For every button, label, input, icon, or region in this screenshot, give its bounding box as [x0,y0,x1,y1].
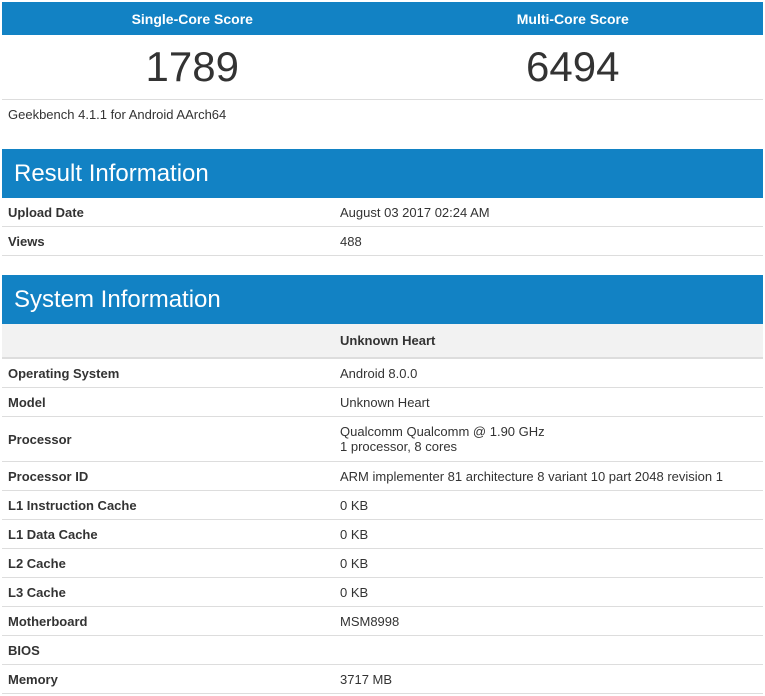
row-value: August 03 2017 02:24 AM [340,204,490,220]
table-row-l3-cache: L3 Cache 0 KB [2,578,763,607]
benchmark-version: Geekbench 4.1.1 for Android AArch64 [8,107,227,122]
row-label: L1 Instruction Cache [8,497,137,513]
table-row-l1-data-cache: L1 Data Cache 0 KB [2,520,763,549]
row-label: Processor [8,431,72,447]
table-row-processor: Processor Qualcomm Qualcomm @ 1.90 GHz 1… [2,417,763,462]
result-information-table: Upload Date August 03 2017 02:24 AM View… [2,198,763,256]
row-value: MSM8998 [340,613,400,629]
row-value: Unknown Heart [340,394,430,410]
table-row-bios: BIOS [2,636,763,665]
device-name: Unknown Heart [340,333,436,348]
score-values-row: 1789 6494 [2,35,763,100]
row-value: Qualcomm Qualcomm @ 1.90 GHz 1 processor… [340,424,763,454]
single-core-score-value: 1789 [145,43,239,90]
row-label: Views [8,233,45,249]
table-row-processor-id: Processor ID ARM implementer 81 architec… [2,462,763,491]
table-row-upload-date: Upload Date August 03 2017 02:24 AM [2,198,763,227]
table-row-motherboard: Motherboard MSM8998 [2,607,763,636]
row-label: Motherboard [8,613,88,629]
processor-name: Qualcomm Qualcomm @ 1.90 GHz [340,424,545,439]
system-information-table: Unknown Heart Operating System Android 8… [2,324,763,694]
table-row-l2-cache: L2 Cache 0 KB [2,549,763,578]
row-label: Model [8,394,46,410]
row-value: 0 KB [340,584,369,600]
geekbench-result-page: Single-Core Score Multi-Core Score 1789 … [2,2,763,694]
row-value: 0 KB [340,555,369,571]
row-value: Android 8.0.0 [340,365,418,381]
row-label: Upload Date [8,204,84,220]
row-value: 0 KB [340,526,369,542]
result-information-header: Result Information [2,149,763,198]
row-value: ARM implementer 81 architecture 8 varian… [340,468,723,484]
row-label: Memory [8,671,58,687]
table-row-views: Views 488 [2,227,763,256]
row-value: 488 [340,233,362,249]
row-value: 0 KB [340,497,369,513]
table-row-l1-instruction-cache: L1 Instruction Cache 0 KB [2,491,763,520]
row-label: L2 Cache [8,555,66,571]
score-table: Single-Core Score Multi-Core Score 1789 … [2,2,763,100]
row-label: L1 Data Cache [8,526,98,542]
table-row-model: Model Unknown Heart [2,388,763,417]
multi-core-score-label: Multi-Core Score [516,10,629,27]
row-value: 3717 MB [340,671,393,687]
row-label: BIOS [8,642,40,658]
row-label: Processor ID [8,468,89,484]
multi-core-score-value: 6494 [526,43,620,90]
score-table-header: Single-Core Score Multi-Core Score [2,2,763,35]
single-core-score-label: Single-Core Score [131,10,253,27]
row-label: Operating System [8,365,120,381]
device-name-row: Unknown Heart [2,324,763,359]
table-row-operating-system: Operating System Android 8.0.0 [2,359,763,388]
processor-cores: 1 processor, 8 cores [340,439,458,454]
row-label: L3 Cache [8,584,66,600]
system-information-header: System Information [2,275,763,324]
table-row-memory: Memory 3717 MB [2,665,763,694]
